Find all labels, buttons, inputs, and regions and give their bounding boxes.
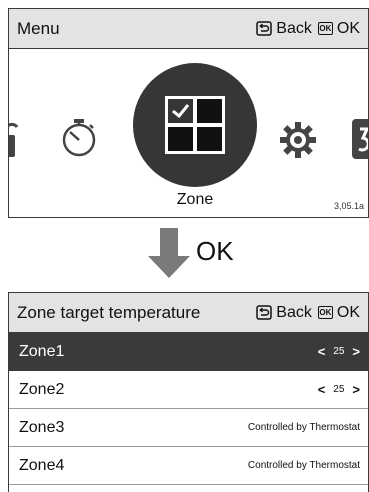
back-button[interactable]: Back [256, 20, 312, 38]
zone-temp-value: 25 [333, 384, 345, 395]
zone-status: Controlled by Thermostat [247, 422, 360, 433]
zone-name: Zone2 [19, 380, 65, 398]
zone-name: Zone1 [19, 342, 65, 360]
menu-title: Menu [17, 18, 60, 38]
zone-temp-value: 25 [333, 346, 345, 357]
zone-grid-icon [165, 96, 225, 154]
zone-name: Zone4 [19, 456, 65, 474]
chevron-left-icon[interactable]: < [318, 382, 326, 397]
ok-button[interactable]: OK OK [317, 19, 360, 38]
ok-button[interactable]: OK OK [317, 303, 360, 322]
zone-title: Zone target temperature [17, 302, 201, 322]
zone-row-3[interactable]: Zone3 Controlled by Thermostat [9, 409, 368, 447]
menu-header: Menu Back OK OK [9, 9, 368, 49]
ok-icon: OK [317, 22, 333, 35]
chevron-right-icon[interactable]: > [352, 344, 360, 359]
zone-row-2[interactable]: Zone2 < 25 > [9, 371, 368, 409]
zone-row-4[interactable]: Zone4 Controlled by Thermostat [9, 447, 368, 485]
selected-menu-label: Zone [176, 191, 214, 208]
zone-status: Controlled by Thermostat [247, 460, 360, 471]
back-icon [256, 305, 273, 320]
chevron-left-icon[interactable]: < [318, 344, 326, 359]
version-text: 3,05.1a [333, 201, 364, 211]
zone-row-1[interactable]: Zone1 < 25 > [9, 333, 368, 371]
chevron-right-icon[interactable]: > [352, 382, 360, 397]
ok-label: OK [336, 19, 360, 37]
ok-icon: OK [317, 306, 333, 319]
back-label: Back [276, 19, 312, 37]
number-icon[interactable] [352, 119, 369, 159]
back-label: Back [276, 303, 312, 321]
transition-indicator: OK [148, 228, 258, 278]
gear-icon[interactable] [279, 121, 317, 159]
menu-carousel: Zone 3,05.1a [9, 49, 368, 217]
back-icon [256, 21, 273, 36]
down-arrow-icon [148, 228, 190, 278]
zone-panel: Zone target temperature Back OK OK Zone1… [8, 292, 369, 492]
zone-name: Zone3 [19, 418, 65, 436]
timer-icon[interactable] [59, 116, 99, 158]
ok-label: OK [336, 303, 360, 321]
transition-label: OK [196, 236, 234, 266]
menu-panel: Menu Back OK OK Zone 3,05.1a [8, 8, 369, 218]
back-button[interactable]: Back [256, 304, 312, 322]
zone-header: Zone target temperature Back OK OK [9, 293, 368, 333]
lock-icon[interactable] [8, 117, 19, 159]
